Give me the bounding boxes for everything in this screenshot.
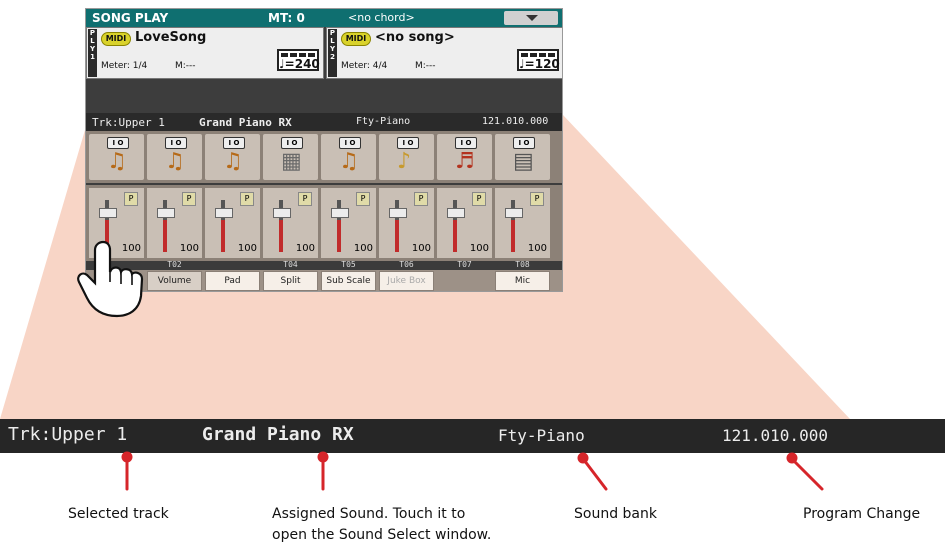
pointer-dot-bank: [577, 452, 589, 464]
pointer-bank: [582, 458, 608, 491]
caption-selected-track: Selected track: [68, 506, 169, 522]
caption-assigned-sound-2: open the Sound Select window.: [272, 527, 492, 543]
caption-program-change: Program Change: [803, 506, 921, 522]
caption-assigned-sound-1: Assigned Sound. Touch it to: [272, 506, 466, 522]
caption-sound-bank: Sound bank: [574, 506, 657, 522]
pointer-dot-program: [786, 452, 798, 464]
callout-pointers: [121, 451, 824, 491]
pointer-dot-track: [121, 451, 133, 463]
pointer-program: [791, 458, 824, 491]
pointer-dot-sound: [317, 451, 329, 463]
